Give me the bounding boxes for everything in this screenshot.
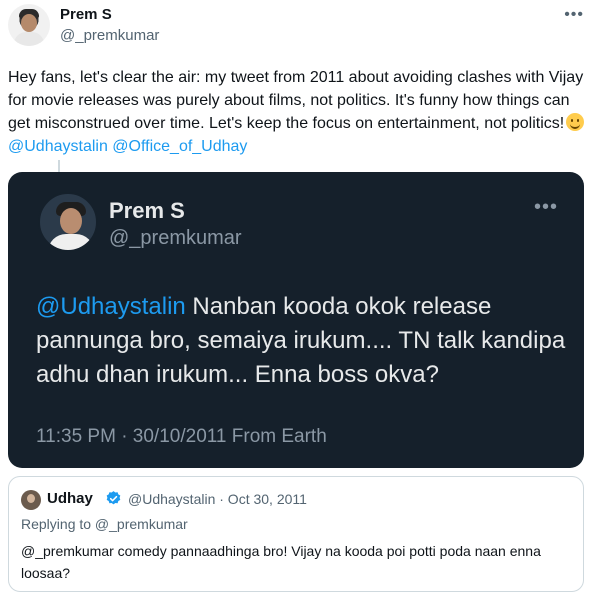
author-name[interactable]: Prem S <box>60 6 112 23</box>
old-tweet-text: @Udhaystalin Nanban kooda okok release p… <box>36 290 566 392</box>
old-tweet-mention: @Udhaystalin <box>36 293 186 320</box>
replying-to-label: Replying to @_premkumar <box>21 516 188 532</box>
more-options-icon[interactable]: ••• <box>564 6 584 24</box>
quoted-reply-card[interactable]: Udhay @Udhaystalin · Oct 30, 2011 Replyi… <box>8 476 584 592</box>
old-tweet-avatar <box>38 192 98 252</box>
old-tweet-name: Prem S <box>109 198 185 223</box>
old-tweet-timestamp: 11:35 PM · 30/10/2011 From Earth <box>36 426 327 447</box>
quoted-name: Udhay <box>47 490 93 507</box>
tweet-text: Hey fans, let's clear the air: my tweet … <box>8 69 584 132</box>
author-handle[interactable]: @_premkumar <box>60 27 159 44</box>
quoted-handle-date: @Udhaystalin · Oct 30, 2011 <box>128 491 307 507</box>
udhay-avatar <box>21 490 41 510</box>
embedded-old-tweet-screenshot: Prem S @_premkumar ••• @Udhaystalin Nanb… <box>8 172 584 468</box>
author-avatar[interactable] <box>8 4 50 46</box>
slightly-smiling-face-emoji-icon <box>566 113 585 131</box>
old-tweet-more-icon: ••• <box>533 196 558 218</box>
tweet-body: Hey fans, let's clear the air: my tweet … <box>8 66 592 158</box>
mention-udhaystalin[interactable]: @Udhaystalin <box>8 138 108 155</box>
tweet-header: Prem S @_premkumar ••• <box>8 4 592 50</box>
quoted-text: @_premkumar comedy pannaadhinga bro! Vij… <box>21 543 541 581</box>
old-tweet-handle: @_premkumar <box>109 227 242 249</box>
mention-office-of-udhay[interactable]: @Office_of_Udhay <box>112 138 247 155</box>
verified-badge-icon <box>106 491 121 505</box>
